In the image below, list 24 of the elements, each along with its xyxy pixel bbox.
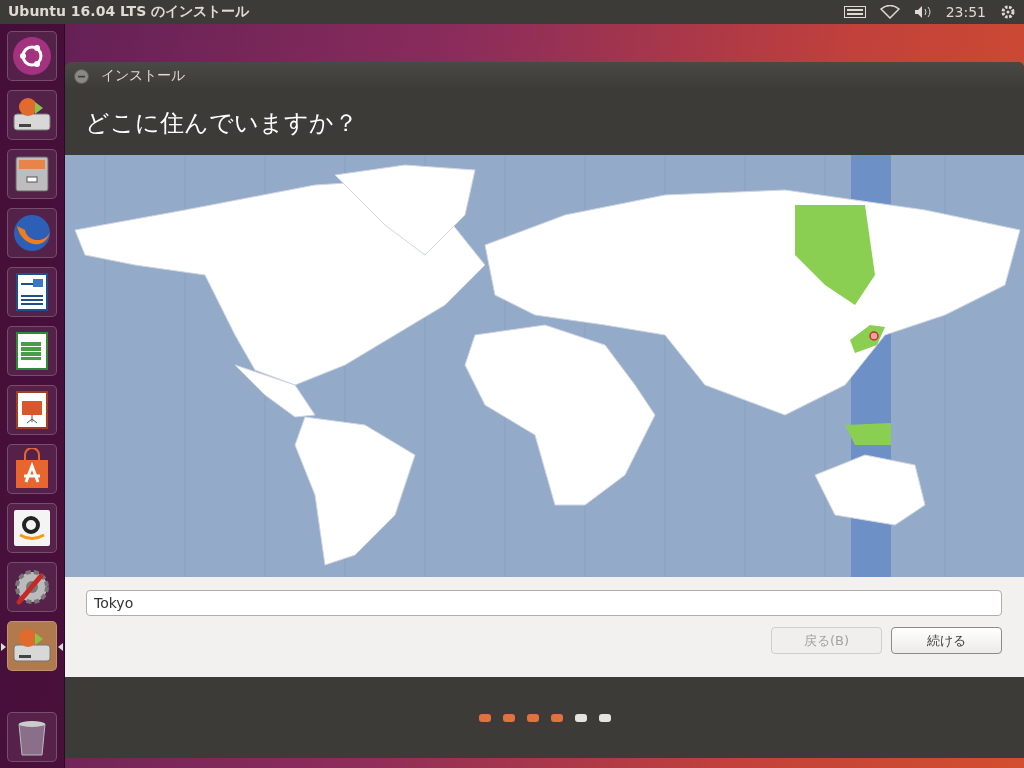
active-indicator-icon [1,643,6,651]
window-title: Ubuntu 16.04 LTS のインストール [8,3,251,21]
launcher-item[interactable] [7,267,57,317]
page-heading: どこに住んでいますか？ [85,107,358,139]
launcher-item[interactable] [7,562,57,612]
window-title: インストール [101,67,185,85]
settings-icon[interactable] [1000,4,1016,20]
launcher-item[interactable] [7,385,57,435]
launcher-item[interactable] [7,31,57,81]
launcher-item[interactable] [7,326,57,376]
volume-icon[interactable] [913,5,932,19]
launcher-item[interactable] [7,444,57,494]
wifi-icon[interactable] [879,5,900,19]
location-field[interactable]: Tokyo [86,590,1002,616]
close-icon[interactable] [74,68,89,84]
keyboard-icon[interactable] [843,6,866,18]
globe-icon [11,212,53,254]
launcher-item[interactable] [7,90,57,140]
launcher-item[interactable] [7,503,57,553]
circle-of-friends-icon [11,35,53,77]
launcher-item[interactable] [7,149,57,199]
continue-button[interactable]: 続ける [891,627,1002,654]
clock[interactable]: 23:51 [945,4,986,20]
launcher-item[interactable] [7,712,57,762]
